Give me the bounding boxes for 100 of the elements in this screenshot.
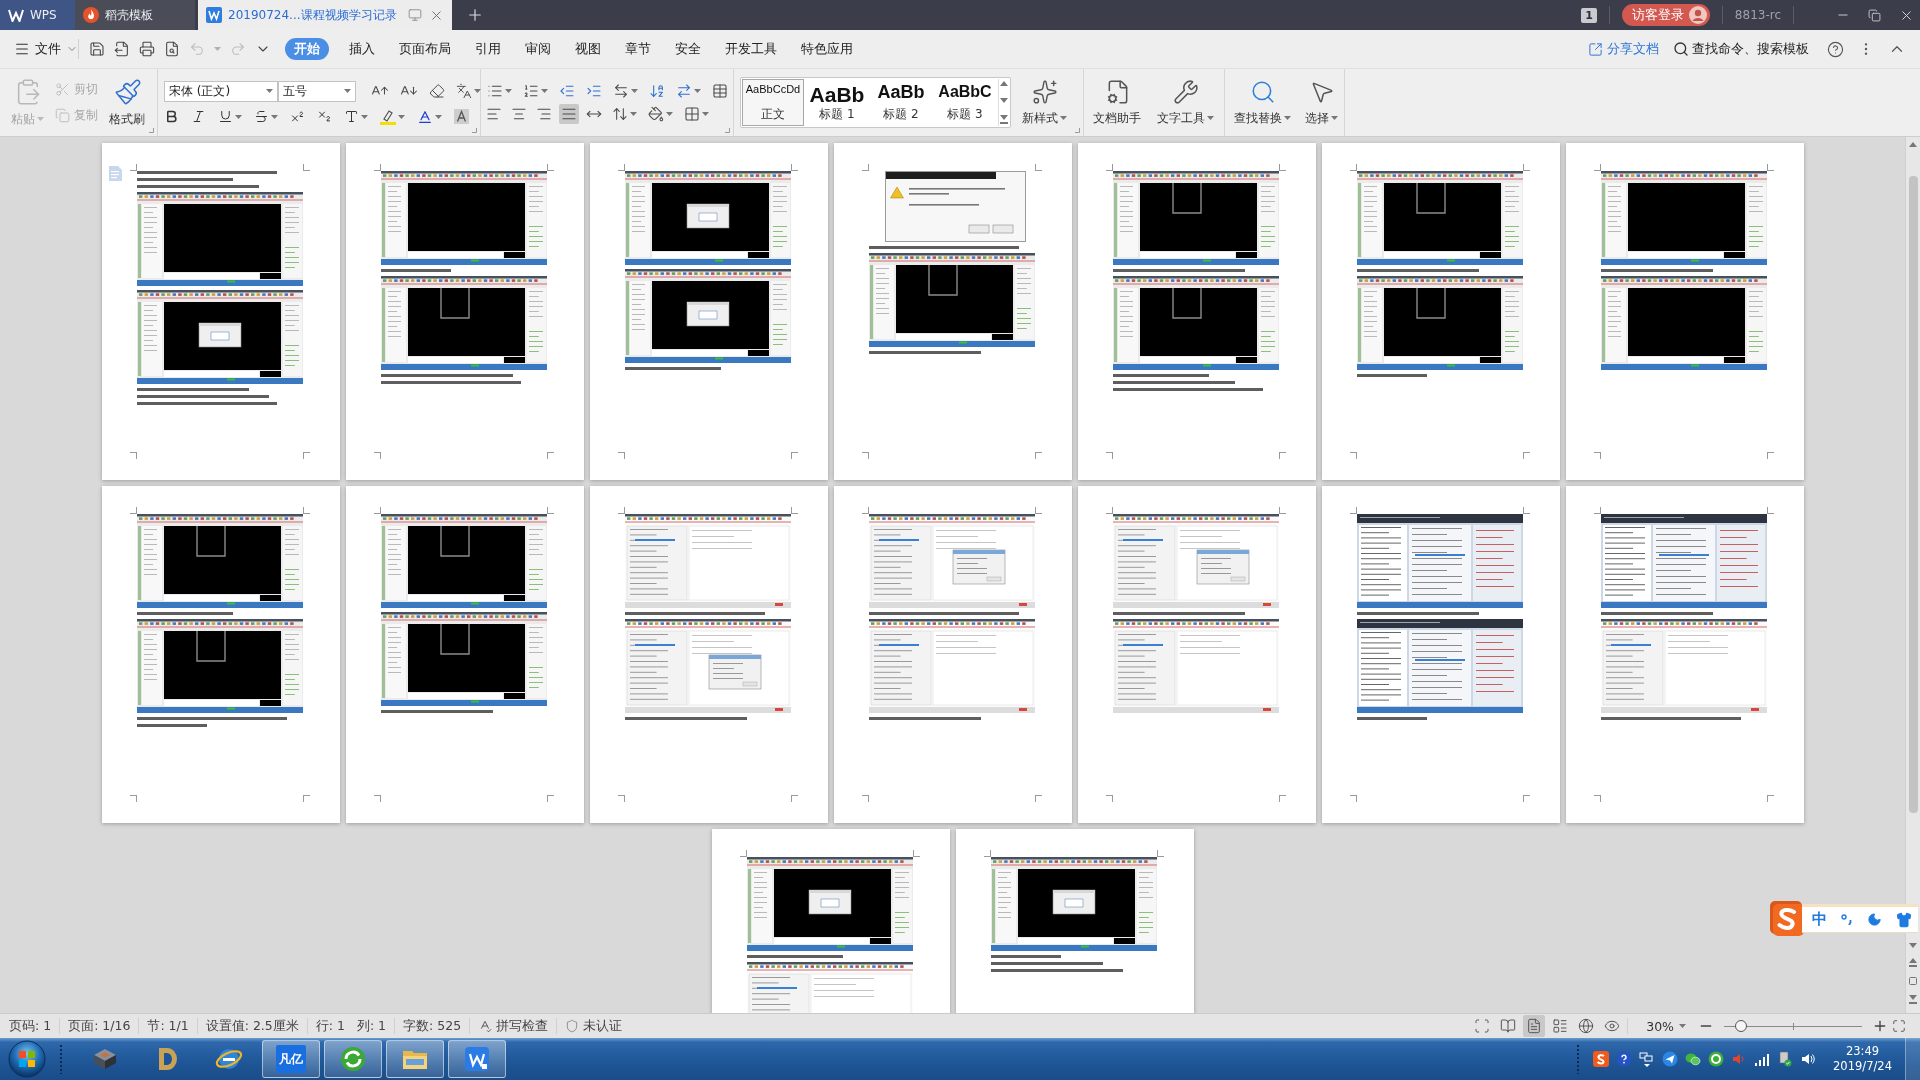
font-name-dropdown[interactable]: 宋体 (正文) xyxy=(164,80,278,102)
ribbon-tool-button[interactable]: 文档助手 xyxy=(1090,76,1146,129)
alignment-button[interactable] xyxy=(559,104,579,124)
s-logo-icon[interactable] xyxy=(1593,1051,1610,1067)
italic-icon[interactable] xyxy=(191,109,206,124)
device-check-icon[interactable] xyxy=(1777,1051,1794,1067)
ribbon-tool-button[interactable]: 文字工具 xyxy=(1154,76,1217,129)
login-button[interactable]: 访客登录 xyxy=(1621,4,1710,26)
caret-icon xyxy=(630,112,637,116)
dialog-launcher-icon[interactable] xyxy=(472,128,477,133)
ribbon-tool-button[interactable]: 查找替换 xyxy=(1231,76,1294,129)
ring-logo-icon[interactable] xyxy=(1708,1051,1725,1067)
taskbar-button[interactable] xyxy=(324,1040,382,1078)
table-icon[interactable] xyxy=(712,83,728,99)
eraser-icon[interactable] xyxy=(429,83,445,99)
dialog-launcher-icon[interactable] xyxy=(725,128,730,133)
menu-tab[interactable]: 视图 xyxy=(563,38,613,60)
gallery-more-icon[interactable] xyxy=(1000,115,1008,124)
character-shading-icon[interactable] xyxy=(454,109,469,124)
chat-bubbles-icon[interactable] xyxy=(1685,1051,1702,1067)
ime-mode-label[interactable]: 中 xyxy=(1812,910,1827,929)
print-preview-icon[interactable] xyxy=(164,41,180,57)
share-button[interactable]: 分享文档 xyxy=(1588,40,1659,58)
app-tab[interactable]: 20190724...课程视频学习记录 xyxy=(198,0,452,30)
outdent-icon[interactable] xyxy=(559,83,575,99)
restore-icon[interactable] xyxy=(1868,8,1881,22)
menu-tab[interactable]: 引用 xyxy=(463,38,513,60)
new-style-button[interactable]: 新样式 xyxy=(1019,76,1070,129)
s-logo-icon[interactable] xyxy=(1770,901,1804,936)
punctuation-icon[interactable] xyxy=(1841,914,1853,925)
bold-icon[interactable] xyxy=(164,109,179,124)
borders-icon[interactable] xyxy=(684,106,700,122)
scrollbar-thumb[interactable] xyxy=(1908,176,1918,813)
zoom-level-dropdown[interactable]: 30% xyxy=(1646,1018,1686,1034)
subscript-icon[interactable] xyxy=(317,109,332,124)
font-size-dropdown[interactable]: 五号 xyxy=(278,80,356,102)
menu-tab[interactable]: 章节 xyxy=(613,38,663,60)
line-spacing-icon[interactable] xyxy=(612,106,628,122)
paper-plane-icon[interactable] xyxy=(1662,1051,1679,1067)
numbered-list-icon[interactable] xyxy=(523,83,539,99)
taskbar-button[interactable]: 凡亿 xyxy=(262,1040,320,1078)
app-tab[interactable]: WPS xyxy=(0,0,75,30)
gallery-up-icon[interactable] xyxy=(1000,81,1008,86)
new-tab-icon[interactable] xyxy=(466,6,484,24)
menu-tab[interactable]: 开发工具 xyxy=(713,38,789,60)
menu-tab[interactable]: 安全 xyxy=(663,38,713,60)
start-button[interactable] xyxy=(7,1039,47,1079)
volume-icon[interactable] xyxy=(1800,1051,1817,1067)
zoom-slider-thumb[interactable] xyxy=(1734,1020,1747,1032)
spell-check-button[interactable]: 拼写检查 xyxy=(470,1018,558,1034)
view-mode-button[interactable] xyxy=(1523,1015,1546,1037)
ribbon-tool-button[interactable]: 选择 xyxy=(1302,76,1341,129)
save-icon[interactable] xyxy=(89,41,105,57)
dialog-launcher-icon[interactable] xyxy=(149,128,154,133)
paragraph-spacing-icon[interactable] xyxy=(676,83,692,99)
next-page-icon[interactable] xyxy=(1909,995,1917,1004)
taskbar-button[interactable] xyxy=(386,1040,444,1078)
sort-icon[interactable] xyxy=(649,83,665,99)
caret-icon xyxy=(541,89,548,93)
underline-icon[interactable] xyxy=(218,109,233,124)
window-count-badge[interactable]: 1 xyxy=(1581,7,1597,23)
menu-tab[interactable]: 插入 xyxy=(337,38,387,60)
help-icon[interactable] xyxy=(1616,1051,1633,1067)
previous-page-icon[interactable] xyxy=(1909,958,1917,967)
browse-object-icon[interactable] xyxy=(1909,977,1917,985)
command-search-button[interactable]: 查找命令、搜索模板 xyxy=(1673,40,1809,58)
text-effect-icon[interactable] xyxy=(344,109,359,124)
fit-page-icon[interactable] xyxy=(1892,1019,1906,1033)
dialog-launcher-icon[interactable] xyxy=(1075,128,1080,133)
superscript-icon[interactable] xyxy=(290,109,305,124)
menu-tab[interactable]: 特色应用 xyxy=(789,38,865,60)
file-menu[interactable]: 文件 xyxy=(14,40,78,58)
help-icon[interactable] xyxy=(1827,40,1844,58)
indent-icon[interactable] xyxy=(586,83,602,99)
style-tile[interactable]: AaBbCcDd 正文 xyxy=(742,79,804,126)
text-direction-icon[interactable] xyxy=(613,83,629,99)
shirt-icon[interactable] xyxy=(1896,911,1912,928)
moon-icon[interactable] xyxy=(1867,912,1882,927)
scroll-down-icon[interactable] xyxy=(1909,943,1917,948)
taskbar-button[interactable] xyxy=(448,1040,506,1078)
strikethrough-icon[interactable] xyxy=(254,109,269,124)
font-color-icon[interactable] xyxy=(417,108,433,125)
language-icon[interactable] xyxy=(456,83,472,99)
highlighter-icon[interactable] xyxy=(380,108,396,125)
menu-tab[interactable]: 审阅 xyxy=(513,38,563,60)
menu-tab[interactable]: 页面布局 xyxy=(387,38,463,60)
zoom-in-icon[interactable] xyxy=(1872,1018,1888,1034)
print-icon[interactable] xyxy=(139,41,155,57)
document-marker-icon[interactable] xyxy=(108,166,122,181)
network-icon[interactable] xyxy=(1639,1051,1656,1067)
bullet-list-icon[interactable] xyxy=(487,83,503,99)
gallery-down-icon[interactable] xyxy=(1000,98,1008,103)
scroll-up-icon[interactable] xyxy=(1909,142,1917,147)
signal-icon[interactable] xyxy=(1754,1051,1771,1067)
show-desktop-button[interactable] xyxy=(1905,1038,1920,1080)
shading-icon[interactable] xyxy=(648,106,664,122)
app-tab[interactable]: 稻壳模板 xyxy=(75,0,195,30)
format-painter-button[interactable]: 格式刷 xyxy=(106,75,150,130)
certification-status[interactable]: 未认证 xyxy=(557,1017,631,1035)
file-export-icon[interactable] xyxy=(114,41,130,57)
